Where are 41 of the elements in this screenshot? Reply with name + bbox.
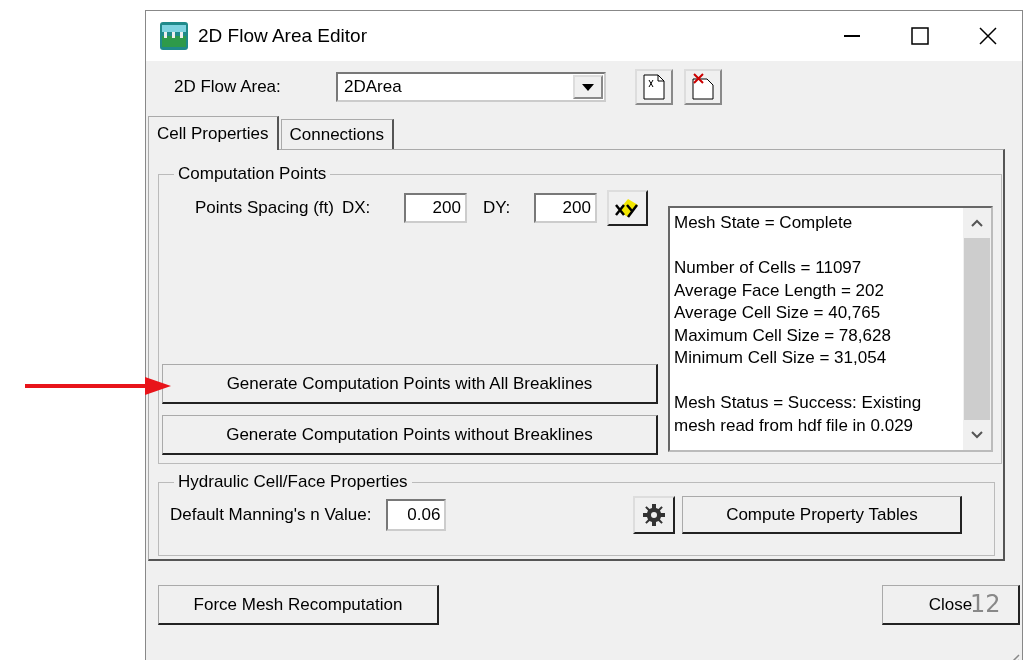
info-text: Average Face Length = 202 (674, 279, 885, 302)
manning-field[interactable]: 0.06 (386, 499, 447, 531)
scroll-up-icon[interactable] (971, 219, 983, 227)
delete-document-button[interactable] (684, 69, 722, 105)
info-text: Number of Cells = 11097 (674, 257, 863, 279)
arrow-icon (25, 374, 171, 398)
dx-field[interactable]: 200 (403, 193, 467, 223)
dy-label: DY: (482, 198, 512, 218)
info-text: Minimum Cell Size = 31,054 (674, 347, 888, 369)
xy-button[interactable] (606, 190, 648, 226)
app-icon (160, 22, 188, 50)
settings-button[interactable] (633, 496, 676, 534)
tab[interactable]: Connections (280, 119, 394, 149)
window-title: 2D Flow Area Editor (198, 25, 367, 47)
close-icon (978, 26, 998, 46)
scroll-down-icon[interactable] (971, 431, 983, 439)
info-text: Mesh State = Complete (674, 212, 854, 234)
tab[interactable]: Cell Properties (148, 116, 279, 150)
gear-icon (643, 504, 666, 526)
maximize-icon (910, 26, 930, 46)
dx-label: DX: (341, 198, 372, 218)
info-text: Average Cell Size = 40,765 (674, 302, 882, 324)
dy-field[interactable]: 200 (533, 193, 597, 223)
info-text: mesh read from hdf file in 0.029 (674, 414, 915, 437)
minimize-icon (844, 35, 860, 37)
xy-icon (614, 197, 641, 219)
compute-button[interactable]: Compute Property Tables (682, 496, 963, 534)
caret-icon (582, 83, 594, 91)
info-text: Maximum Cell Size = 78,628 (674, 324, 892, 347)
scrollbar[interactable] (963, 208, 991, 450)
generate-button[interactable]: Generate Computation Points without Breaklines (162, 415, 658, 455)
manning-label: Default Manning's n Value: (170, 505, 372, 525)
group-title: Computation Points (177, 164, 328, 184)
info-text: Mesh Status = Success: Existing (674, 392, 923, 414)
group-title: Hydraulic Cell/Face Properties (177, 472, 409, 492)
generate-button[interactable]: Generate Computation Points with All Breaklines (162, 364, 658, 404)
flow-area-dropdown[interactable]: 2DArea (336, 72, 606, 102)
new-document-button[interactable] (635, 69, 673, 105)
force-recompute-button[interactable]: Force Mesh Recomputation (158, 585, 439, 625)
flow-area-label: 2D Flow Area: (174, 77, 282, 97)
spacing-label: Points Spacing (ft) (195, 198, 334, 218)
